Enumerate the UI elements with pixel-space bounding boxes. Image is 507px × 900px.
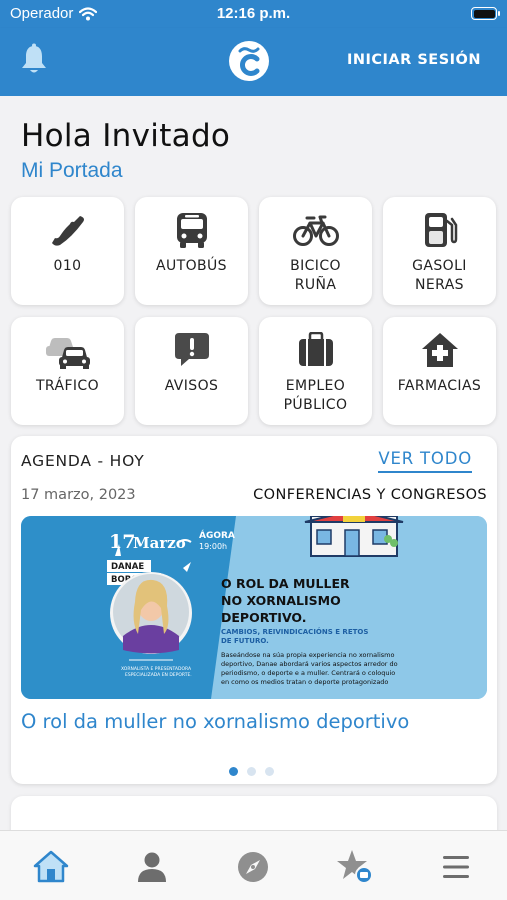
tile-label: 010 [53,258,82,274]
home-icon [33,850,69,883]
see-all-link[interactable]: VER TODO [378,449,472,473]
banner-hour: 19:00h [199,542,227,551]
banner-speaker-role-1: XORNALISTA E PRESENTADORA [121,666,192,672]
logo-c-icon [238,47,260,76]
agenda-card: AGENDA - HOY VER TODO 17 marzo, 2023 CON… [11,436,497,784]
banner-headline-2: NO XORNALISMO [221,593,341,608]
tile-label: EMPLEO PÚBLICO [283,378,348,413]
tile-pharmacies[interactable]: FARMACIAS [383,317,496,425]
bicycle-icon [292,215,339,246]
tile-label: BICICO RUÑA [290,258,341,293]
banner-subhead-2: DE FUTURO. [221,637,269,645]
tile-public-employment[interactable]: EMPLEO PÚBLICO [259,317,372,425]
tile-010[interactable]: 010 [11,197,124,305]
tile-gas-stations[interactable]: GASOLI NERAS [383,197,496,305]
tab-profile[interactable] [132,847,172,887]
favorites-icon [337,850,373,884]
banner-day: 17 [109,531,135,553]
banner-venue: ÁGORA [199,529,235,541]
event-banner-image[interactable]: 17 Marzo ÁGORA 19:00h DANAE BORONAT XORN… [21,516,487,699]
briefcase-icon [298,332,333,366]
banner-body-2: deportivo, Danae abordará varios aspecto… [221,660,398,668]
tab-home[interactable] [31,847,71,887]
alert-message-icon [174,333,209,366]
battery-icon [471,7,500,20]
app-logo[interactable] [229,41,269,81]
banner-body-4: en como os medios tratan o deporte prota… [221,678,388,686]
pager-dot[interactable] [265,767,274,776]
bottom-tab-bar [0,830,507,900]
banner-subhead-1: CAMBIOS, REIVINDICACIÓNS E RETOS [221,627,368,636]
bus-icon [176,213,207,248]
login-button[interactable]: INICIAR SESIÓN [347,52,481,68]
banner-speaker-role-2: ESPECIALIZADA EN DEPORTE. [125,672,192,678]
tile-label: FARMACIAS [397,378,482,394]
user-icon [138,852,166,882]
tab-menu[interactable] [436,847,476,887]
my-page-link[interactable]: Mi Portada [21,159,123,183]
tab-explore[interactable] [233,847,273,887]
tile-label: AVISOS [164,378,219,394]
banner-month: Marzo [133,534,186,552]
carousel-pager [229,767,274,776]
pager-dot[interactable] [247,767,256,776]
banner-body-3: periodismo, o deporte e a muller. Centra… [221,669,395,677]
notifications-bell-icon[interactable] [19,43,49,75]
tile-bicycle[interactable]: BICICO RUÑA [259,197,372,305]
event-date: 17 marzo, 2023 [21,487,136,503]
event-category: CONFERENCIAS Y CONGRESOS [253,487,487,503]
gas-pump-icon [424,213,457,247]
tile-label: AUTOBÚS [156,258,227,274]
event-poster: 17 Marzo ÁGORA 19:00h DANAE BORONAT XORN… [21,516,487,699]
tile-bus[interactable]: AUTOBÚS [135,197,248,305]
banner-speaker-first: DANAE [111,562,144,572]
compass-icon [238,852,268,882]
pager-dot[interactable] [229,767,238,776]
event-title-link[interactable]: O rol da muller no xornalismo deportivo [21,710,409,733]
status-bar: Operador 12:16 p.m. [0,0,507,28]
app-header: INICIAR SESIÓN [0,28,507,96]
phone-icon [51,216,84,246]
tile-label: TRÁFICO [35,378,100,394]
banner-body-1: Baseándose na súa propia experiencia no … [221,651,394,659]
greeting-title: Hola Invitado [21,118,231,154]
menu-icon [443,856,469,878]
tile-traffic[interactable]: TRÁFICO [11,317,124,425]
agenda-heading: AGENDA - HOY [21,452,145,470]
traffic-cars-icon [45,338,90,369]
banner-headline-1: O ROL DA MULLER [221,576,350,591]
main-content[interactable]: Hola Invitado Mi Portada 010 AUTOBÚS BIC… [0,96,507,836]
banner-headline-3: DEPORTIVO. [221,610,307,625]
tile-alerts[interactable]: AVISOS [135,317,248,425]
pharmacy-house-icon [421,333,458,367]
tab-favorites[interactable] [336,847,376,887]
tile-label: GASOLI NERAS [412,258,467,293]
status-time: 12:16 p.m. [216,5,291,22]
